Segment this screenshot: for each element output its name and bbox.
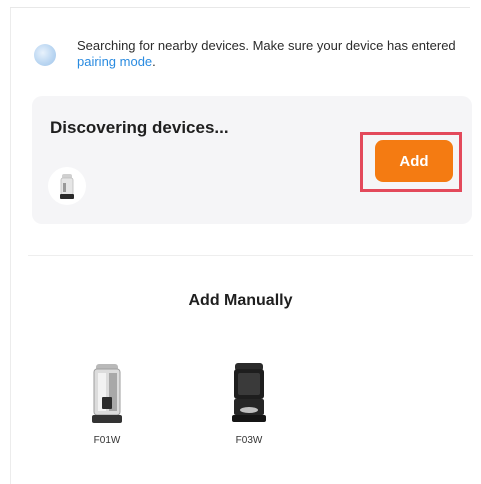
left-divider [10,8,11,484]
top-divider [10,7,470,8]
product-label: F01W [93,435,121,446]
search-message-text: Searching for nearby devices. Make sure … [77,38,456,53]
product-f01w[interactable]: F01W [72,355,142,455]
pairing-mode-link[interactable]: pairing mode [77,54,152,69]
search-message: Searching for nearby devices. Make sure … [77,38,477,70]
black-pet-feeder-icon [232,363,266,422]
product-f03w[interactable]: F03W [214,355,284,455]
silver-pet-feeder-icon [92,364,122,423]
discovering-devices-card: Discovering devices... Add [32,96,472,224]
discovered-device-thumbnail [48,167,86,205]
searching-spinner-icon [34,44,56,66]
section-divider [28,255,473,256]
search-message-suffix: . [152,54,156,69]
discovering-title: Discovering devices... [50,118,229,137]
pet-feeder-icon [60,174,74,199]
add-manually-title: Add Manually [188,292,293,309]
add-device-button[interactable]: Add [375,140,453,182]
product-label: F03W [235,435,263,446]
